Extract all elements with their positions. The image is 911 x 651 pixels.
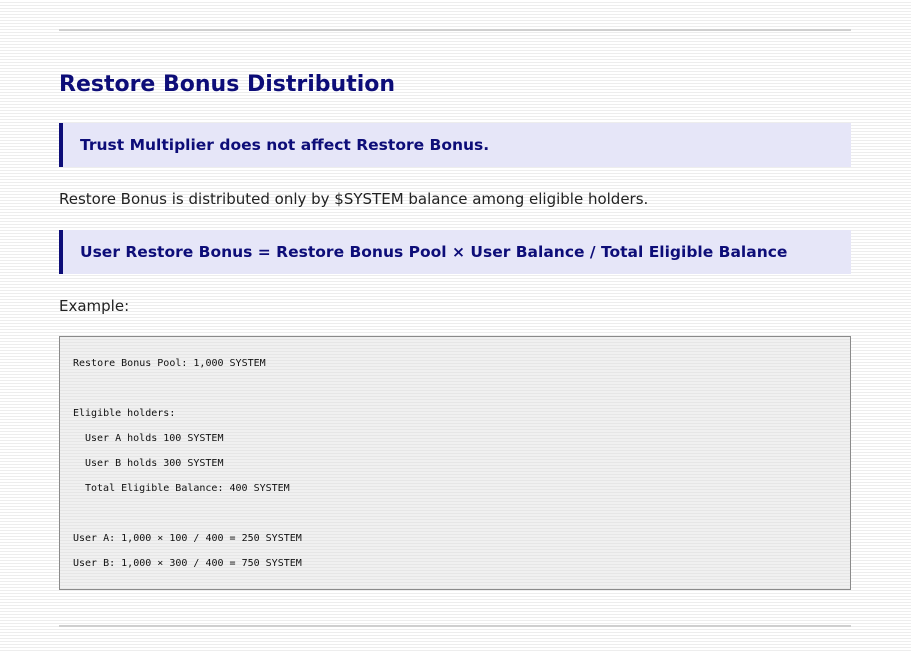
code-line-user-b-result: User B: 1,000 × 300 / 400 = 750 SYSTEM xyxy=(73,558,302,569)
code-line-user-b-holds: User B holds 300 SYSTEM xyxy=(85,458,224,469)
code-line-user-a-holds: User A holds 100 SYSTEM xyxy=(85,433,224,444)
description-paragraph: Restore Bonus is distributed only by $SY… xyxy=(59,190,649,208)
bottom-divider xyxy=(59,625,851,627)
example-label: Example: xyxy=(59,297,130,315)
formula-callout: User Restore Bonus = Restore Bonus Pool … xyxy=(59,230,851,274)
formula-text: User Restore Bonus = Restore Bonus Pool … xyxy=(80,243,788,261)
page: Restore Bonus Distribution Trust Multipl… xyxy=(0,0,911,651)
code-line-pool: Restore Bonus Pool: 1,000 SYSTEM xyxy=(73,358,266,369)
page-title: Restore Bonus Distribution xyxy=(59,72,396,97)
example-code-block: Restore Bonus Pool: 1,000 SYSTEM Eligibl… xyxy=(59,336,851,590)
top-divider xyxy=(59,29,851,31)
note-text: Trust Multiplier does not affect Restore… xyxy=(80,136,490,154)
note-callout: Trust Multiplier does not affect Restore… xyxy=(59,123,851,167)
code-line-total-balance: Total Eligible Balance: 400 SYSTEM xyxy=(85,483,290,494)
code-line-user-a-result: User A: 1,000 × 100 / 400 = 250 SYSTEM xyxy=(73,533,302,544)
code-line-holders-heading: Eligible holders: xyxy=(73,408,176,419)
